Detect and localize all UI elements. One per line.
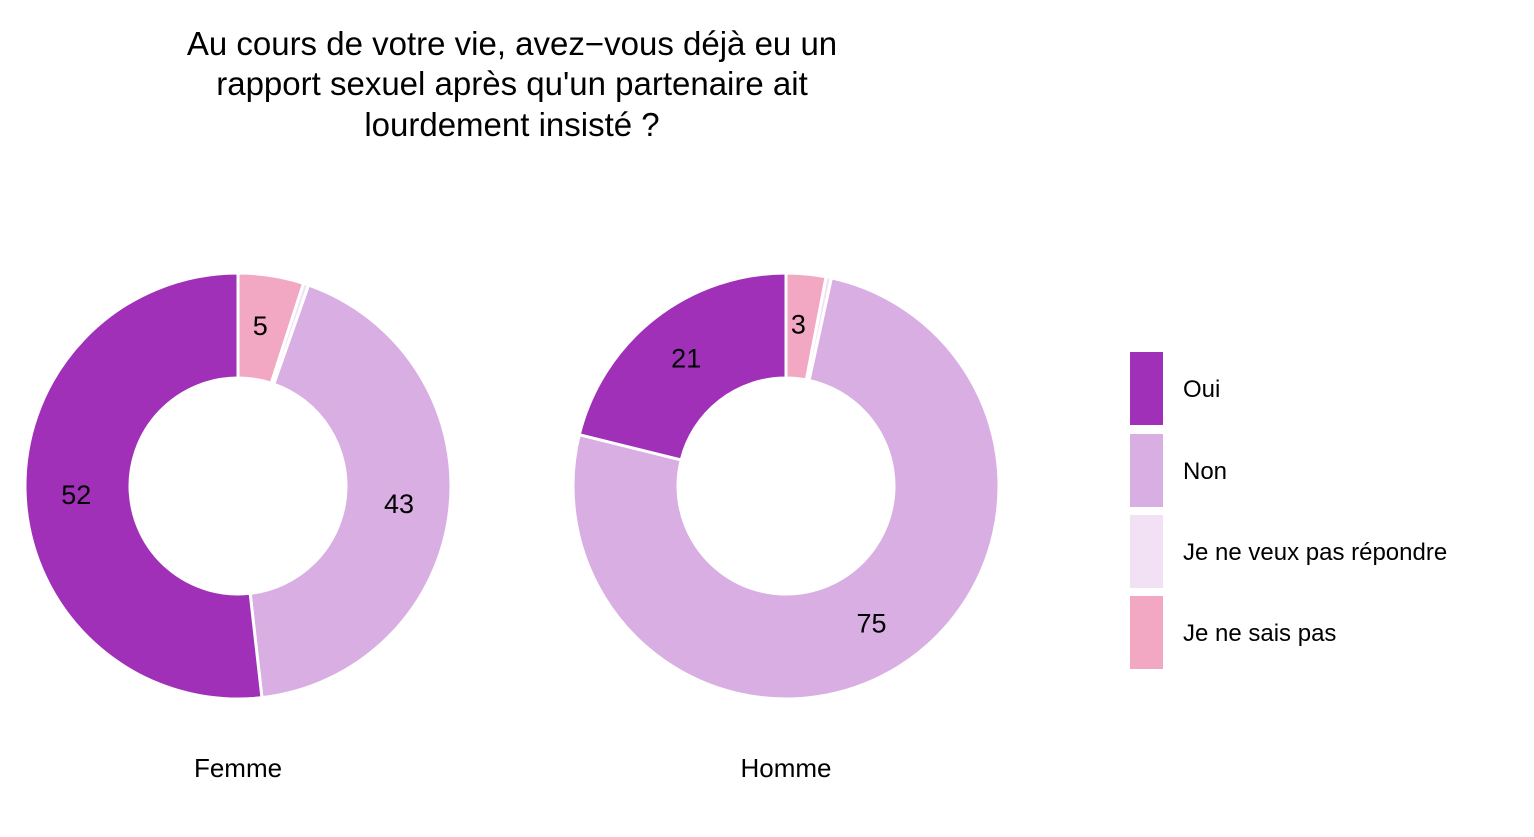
chart-title-line-1: Au cours de votre vie, avez−vous déjà eu… bbox=[187, 25, 837, 62]
slice-label-homme-non: 75 bbox=[857, 609, 887, 639]
legend-label-je-ne-sais-pas: Je ne sais pas bbox=[1183, 620, 1336, 647]
chart-title: Au cours de votre vie, avez−vous déjà eu… bbox=[187, 25, 837, 143]
legend-label-je-ne-veux-pas-repondre: Je ne veux pas répondre bbox=[1183, 539, 1447, 566]
donut-homme: 307521Homme bbox=[571, 271, 1001, 783]
slice-label-homme-je-ne-sais-pas: 3 bbox=[791, 310, 806, 340]
legend-key-je-ne-veux-pas-repondre bbox=[1130, 515, 1163, 588]
legend-label-non: Non bbox=[1183, 458, 1227, 485]
facet-label-homme: Homme bbox=[740, 753, 831, 783]
donut-charts: 504352Femme307521Homme bbox=[23, 271, 1001, 783]
legend-key-non bbox=[1130, 434, 1163, 507]
slice-label-femme-non: 43 bbox=[384, 489, 414, 519]
facet-label-femme: Femme bbox=[194, 753, 282, 783]
chart-title-line-3: lourdement insisté ? bbox=[364, 106, 659, 143]
slice-label-homme-oui: 21 bbox=[671, 343, 701, 373]
legend-key-oui bbox=[1130, 352, 1163, 425]
legend-label-oui: Oui bbox=[1183, 376, 1220, 403]
slice-label-femme-je-ne-sais-pas: 5 bbox=[253, 311, 268, 341]
chart: Au cours de votre vie, avez−vous déjà eu… bbox=[23, 25, 1447, 783]
chart-title-line-2: rapport sexuel après qu'un partenaire ai… bbox=[216, 65, 808, 102]
legend: Oui Non Je ne veux pas répondre Je ne sa… bbox=[1130, 352, 1447, 669]
legend-key-je-ne-sais-pas bbox=[1130, 596, 1163, 669]
donut-femme: 504352Femme bbox=[23, 271, 453, 783]
slice-label-femme-oui: 52 bbox=[61, 480, 91, 510]
